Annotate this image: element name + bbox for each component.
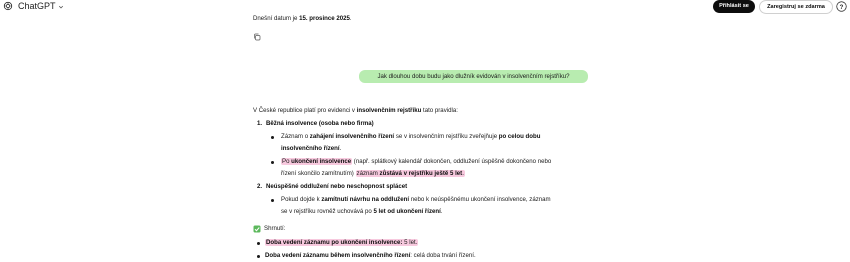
register-button[interactable]: Zaregistruj se zdarma — [759, 0, 833, 14]
bullet — [257, 242, 260, 245]
summary-item: Doba vedení záznamu během insolvenčního … — [265, 252, 476, 259]
list-item-text: řízení skončilo zamítnutím) záznam zůstá… — [281, 170, 465, 177]
top-bar: ChatGPT Přihlásit se Zaregistruj se zdar… — [0, 0, 850, 14]
list-item-text: Po ukončení insolvence (např. splátkový … — [281, 158, 552, 165]
list-item-title: Běžná insolvence (osoba nebo firma) — [266, 120, 374, 127]
help-icon[interactable]: ? — [836, 1, 847, 12]
list-item-text: se v rejstříku rovněž uchovává po 5 let … — [281, 208, 443, 215]
list-item-text: insolvenčního řízení. — [281, 145, 342, 152]
user-message-bubble: Jak dlouhou dobu budu jako dlužník evido… — [359, 70, 588, 83]
bullet — [271, 199, 274, 202]
bullet — [271, 161, 274, 164]
chevron-down-icon — [58, 5, 63, 9]
model-selector[interactable]: ChatGPT — [18, 1, 64, 12]
highlight: záznam zůstává v rejstříku ještě 5 let. — [355, 170, 465, 177]
list-item-text: Záznam o zahájení insolvenčního řízení s… — [281, 133, 541, 140]
summary-item: Doba vedení záznamu po ukončení insolven… — [265, 239, 419, 247]
summary-label: Shrnutí: — [264, 225, 286, 232]
chatgpt-logo-icon[interactable] — [3, 1, 13, 11]
bullet — [257, 255, 260, 258]
answer-intro: V České republice platí pro evidenci v i… — [253, 107, 458, 114]
date-line: Dnešní datum je 15. prosince 2025. — [253, 15, 352, 22]
highlight: Doba vedení záznamu po ukončení insolven… — [265, 239, 419, 246]
chat-page: ChatGPT Přihlásit se Zaregistruj se zdar… — [0, 0, 850, 262]
bullet — [271, 136, 274, 139]
date-value: 15. prosince 2025 — [299, 15, 350, 22]
list-number: 1. — [257, 120, 263, 127]
svg-text:?: ? — [840, 5, 844, 11]
list-number: 2. — [257, 183, 263, 190]
app-title: ChatGPT — [18, 1, 56, 11]
list-item-title: Neúspěšné oddlužení nebo neschopnost spl… — [266, 183, 408, 190]
highlight: Po ukončení insolvence — [281, 158, 353, 165]
login-button[interactable]: Přihlásit se — [713, 0, 755, 13]
copy-icon[interactable] — [253, 33, 261, 41]
list-item-text: Pokud dojde k zamítnutí návrhu na oddluž… — [281, 196, 551, 203]
check-box-icon — [253, 225, 261, 233]
